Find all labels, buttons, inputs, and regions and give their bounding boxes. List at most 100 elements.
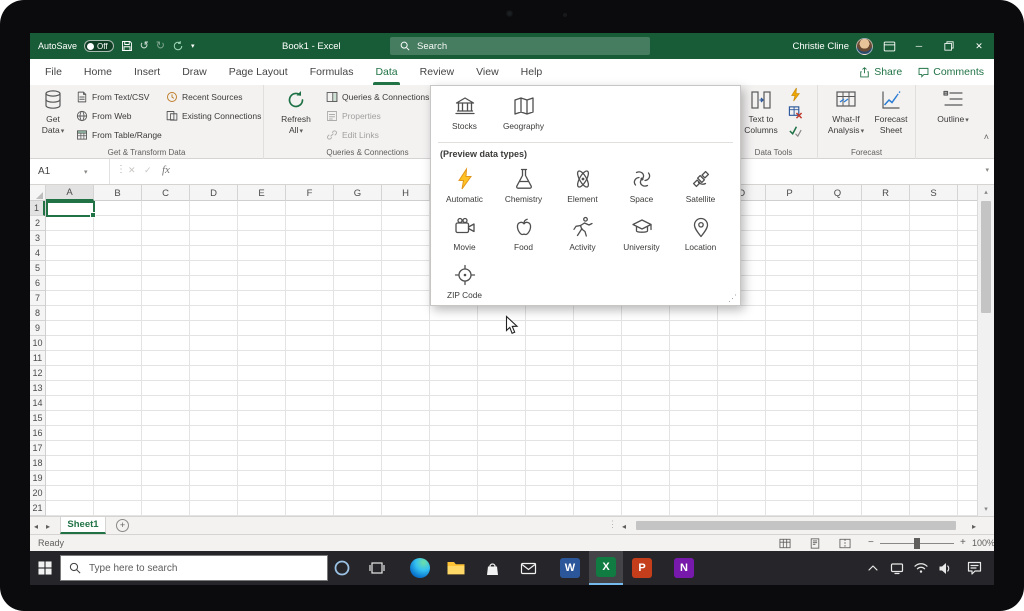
datatype-satellite[interactable]: Satellite — [671, 163, 730, 211]
resize-handle-icon[interactable]: ⋰ — [728, 293, 737, 304]
datatype-space[interactable]: Space — [612, 163, 671, 211]
zoom-slider-thumb[interactable] — [914, 538, 920, 549]
column-header[interactable]: R — [862, 185, 910, 201]
datatype-university[interactable]: University — [612, 211, 671, 259]
tray-expand-button[interactable] — [862, 551, 884, 585]
recent-sources-button[interactable]: Recent Sources — [166, 87, 261, 106]
refresh-all-button[interactable]: Refresh All▾ — [274, 87, 318, 143]
tab-page-layout[interactable]: Page Layout — [218, 59, 299, 85]
column-header[interactable]: S — [910, 185, 958, 201]
vertical-scrollbar[interactable]: ▴ ▾ — [977, 185, 994, 516]
scroll-up-icon[interactable]: ▴ — [978, 185, 994, 199]
row-header[interactable]: 7 — [30, 291, 45, 306]
datatype-location[interactable]: Location — [671, 211, 730, 259]
minimize-button[interactable]: ─ — [904, 33, 934, 59]
row-header[interactable]: 1 — [30, 201, 45, 216]
forecast-sheet-button[interactable]: Forecast Sheet — [870, 87, 912, 143]
network-tray-button[interactable] — [910, 551, 932, 585]
name-box[interactable]: ▾ — [30, 159, 110, 184]
from-table-range-button[interactable]: From Table/Range — [76, 125, 162, 144]
row-header[interactable]: 8 — [30, 306, 45, 321]
file-explorer-button[interactable] — [439, 551, 473, 585]
taskbar-search[interactable] — [60, 555, 328, 581]
comments-button[interactable]: Comments — [918, 66, 984, 78]
edge-button[interactable] — [403, 551, 437, 585]
sheet-tab-sheet1[interactable]: Sheet1 — [60, 517, 106, 534]
zoom-level[interactable]: 100% — [972, 538, 994, 548]
column-header[interactable]: G — [334, 185, 382, 201]
row-header[interactable]: 17 — [30, 441, 45, 456]
autosave-toggle[interactable]: Off — [84, 40, 114, 52]
row-header[interactable]: 10 — [30, 336, 45, 351]
tab-file[interactable]: File — [34, 59, 73, 85]
column-header[interactable]: Q — [814, 185, 862, 201]
volume-tray-button[interactable] — [934, 551, 956, 585]
remove-duplicates-icon[interactable] — [788, 105, 803, 120]
formula-bar-expand-icon[interactable]: ▾ — [985, 166, 989, 174]
existing-connections-button[interactable]: Existing Connections — [166, 106, 261, 125]
datatype-zip-code[interactable]: ZIP Code — [435, 259, 494, 307]
undo-icon[interactable]: ↺ — [140, 41, 149, 52]
vertical-scroll-thumb[interactable] — [981, 201, 991, 313]
data-validation-icon[interactable] — [788, 123, 803, 138]
page-break-view-button[interactable] — [836, 537, 854, 550]
row-header[interactable]: 4 — [30, 246, 45, 261]
titlebar-search[interactable] — [390, 37, 650, 55]
new-sheet-button[interactable]: + — [116, 519, 129, 532]
row-header[interactable]: 3 — [30, 231, 45, 246]
redo-icon[interactable]: ↻ — [156, 41, 165, 52]
column-header[interactable]: D — [190, 185, 238, 201]
scroll-down-icon[interactable]: ▾ — [978, 502, 994, 516]
name-box-chevron-icon[interactable]: ▾ — [84, 168, 88, 176]
word-button[interactable]: W — [553, 551, 587, 585]
task-view-button[interactable] — [360, 551, 394, 585]
get-data-button[interactable]: Get Data▾ — [34, 87, 72, 143]
close-button[interactable]: ✕ — [964, 33, 994, 59]
outline-button[interactable]: Outline▾ — [930, 87, 976, 143]
selected-cell-A1[interactable] — [46, 201, 95, 217]
datatype-element[interactable]: Element — [553, 163, 612, 211]
titlebar-search-input[interactable] — [417, 41, 617, 52]
column-header[interactable]: P — [766, 185, 814, 201]
from-text-csv-button[interactable]: From Text/CSV — [76, 87, 162, 106]
ribbon-display-options-icon[interactable] — [883, 40, 896, 53]
zoom-out-button[interactable]: − — [868, 537, 874, 548]
row-header[interactable]: 11 — [30, 351, 45, 366]
page-layout-view-button[interactable] — [806, 537, 824, 550]
horizontal-scroll-thumb[interactable] — [636, 521, 956, 530]
flash-fill-icon[interactable] — [788, 87, 803, 102]
tab-insert[interactable]: Insert — [123, 59, 171, 85]
tab-data[interactable]: Data — [364, 59, 408, 85]
datatype-movie[interactable]: Movie — [435, 211, 494, 259]
datatype-activity[interactable]: Activity — [553, 211, 612, 259]
row-header[interactable]: 5 — [30, 261, 45, 276]
queries-and-connections-button[interactable]: Queries & Connections — [326, 87, 429, 106]
column-header[interactable]: F — [286, 185, 334, 201]
hscroll-left-icon[interactable]: ◂ — [622, 517, 626, 535]
text-to-columns-button[interactable]: Text to Columns — [742, 87, 780, 143]
row-header[interactable]: 20 — [30, 486, 45, 501]
onenote-button[interactable]: N — [667, 551, 701, 585]
tab-help[interactable]: Help — [510, 59, 554, 85]
user-name[interactable]: Christie Cline — [793, 41, 850, 52]
user-avatar[interactable] — [856, 38, 873, 55]
row-header[interactable]: 15 — [30, 411, 45, 426]
tab-review[interactable]: Review — [409, 59, 465, 85]
hscroll-right-icon[interactable]: ▸ — [972, 517, 976, 535]
restore-button[interactable] — [934, 33, 964, 59]
insert-function-button[interactable]: fx — [162, 164, 170, 176]
tab-draw[interactable]: Draw — [171, 59, 218, 85]
normal-view-button[interactable] — [776, 537, 794, 550]
splitter-grip-icon[interactable]: ⋮ — [608, 519, 615, 530]
tab-home[interactable]: Home — [73, 59, 123, 85]
mail-button[interactable] — [511, 551, 545, 585]
row-header[interactable]: 6 — [30, 276, 45, 291]
name-box-input[interactable] — [30, 166, 84, 177]
from-web-button[interactable]: From Web — [76, 106, 162, 125]
excel-button[interactable]: X — [589, 551, 623, 585]
datatype-automatic[interactable]: Automatic — [435, 163, 494, 211]
save-icon[interactable] — [121, 40, 133, 52]
datatype-geography[interactable]: Geography — [494, 90, 553, 138]
action-center-button[interactable] — [960, 551, 988, 585]
row-header[interactable]: 14 — [30, 396, 45, 411]
